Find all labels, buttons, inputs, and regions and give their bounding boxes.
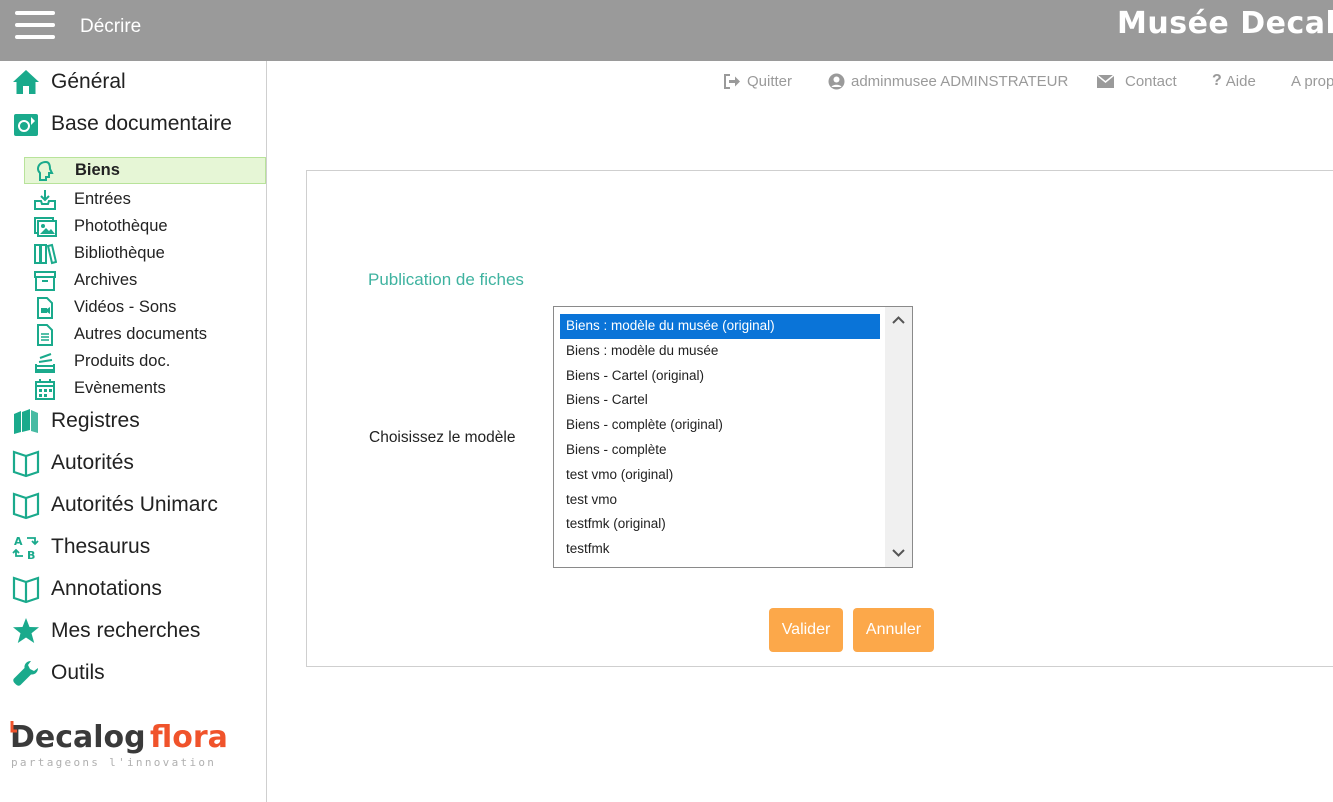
sidebar-subitem-label: Produits doc. (74, 352, 171, 370)
help-link[interactable]: ? Aide (1212, 70, 1256, 92)
video-file-icon (32, 295, 58, 321)
model-option[interactable]: Biens - complète (original) (560, 413, 880, 438)
documents-base-icon (10, 108, 42, 140)
star-icon (10, 615, 42, 647)
model-option[interactable]: Biens - Cartel (560, 388, 880, 413)
hamburger-menu-icon[interactable] (15, 11, 55, 39)
cancel-button[interactable]: Annuler (853, 608, 934, 652)
chevron-up-icon[interactable] (891, 313, 906, 328)
wrench-icon (10, 657, 42, 689)
sidebar-subitem-phototheque[interactable]: Photothèque (24, 213, 266, 240)
head-profile-icon (33, 158, 59, 184)
svg-text:flora: flora (150, 720, 228, 755)
sidebar-item-label: Autorités Unimarc (51, 493, 218, 516)
sidebar-item-mes-recherches[interactable]: Mes recherches (10, 614, 200, 648)
tray-download-icon (32, 187, 58, 213)
sidebar-item-thesaurus[interactable]: AB Thesaurus (10, 530, 150, 564)
registers-icon (10, 405, 42, 437)
sidebar: Général Base documentaire Biens Entrées … (0, 61, 267, 802)
user-label: adminmusee ADMINSTRATEUR (851, 72, 1069, 90)
sidebar-item-label: Général (51, 70, 126, 93)
sidebar-item-outils[interactable]: Outils (10, 656, 105, 690)
about-link[interactable]: A propos (1291, 70, 1333, 92)
sidebar-item-label: Thesaurus (51, 535, 151, 558)
sidebar-item-autorites[interactable]: Autorités (10, 446, 134, 480)
sign-out-icon (724, 73, 741, 89)
quit-label: Quitter (747, 72, 793, 90)
sidebar-subitem-entrees[interactable]: Entrées (24, 186, 266, 213)
model-listbox[interactable]: Biens : modèle du musée (original) Biens … (553, 306, 913, 568)
question-icon: ? (1212, 72, 1222, 89)
listbox-scrollbar[interactable] (885, 307, 912, 567)
user-circle-icon (828, 73, 845, 90)
model-option[interactable]: Biens - complète (560, 438, 880, 463)
model-option[interactable]: testfmk (560, 537, 880, 562)
sidebar-subitem-label: Bibliothèque (74, 244, 165, 262)
help-label: Aide (1225, 72, 1256, 90)
model-option[interactable]: Biens : modèle du musée (original) (560, 314, 880, 339)
sidebar-item-general[interactable]: Général (10, 65, 126, 99)
svg-text:partageons l'innovation: partageons l'innovation (11, 756, 216, 769)
sidebar-subitem-videos-sons[interactable]: Vidéos - Sons (24, 294, 266, 321)
sidebar-item-label: Registres (51, 409, 140, 432)
quit-link[interactable]: Quitter (724, 70, 792, 92)
book-icon (10, 447, 42, 479)
sidebar-subitem-label: Archives (74, 271, 138, 289)
sidebar-subitem-label: Entrées (74, 190, 131, 208)
validate-button[interactable]: Valider (769, 608, 843, 652)
document-icon (32, 322, 58, 348)
home-icon (10, 66, 42, 98)
sidebar-subitem-label: Biens (75, 161, 120, 179)
sidebar-item-label: Outils (51, 661, 105, 684)
book-icon (10, 489, 42, 521)
sidebar-item-registres[interactable]: Registres (10, 404, 140, 438)
chevron-down-icon[interactable] (891, 545, 906, 560)
sidebar-item-base-documentaire[interactable]: Base documentaire (10, 107, 232, 141)
book-icon (10, 573, 42, 605)
envelope-icon (1097, 74, 1114, 88)
sidebar-item-annotations[interactable]: Annotations (10, 572, 162, 606)
sidebar-subitem-label: Evènements (74, 379, 166, 397)
model-options: Biens : modèle du musée (original) Biens … (560, 314, 880, 562)
model-option[interactable]: test vmo (original) (560, 463, 880, 488)
sidebar-subitem-evenements[interactable]: Evènements (24, 375, 266, 402)
sidebar-item-autorites-unimarc[interactable]: Autorités Unimarc (10, 488, 218, 522)
svg-text:B: B (27, 549, 35, 562)
svg-text:A: A (14, 535, 23, 548)
decalog-flora-logo: Decalog flora partageons l'innovation (10, 716, 250, 776)
books-icon (32, 241, 58, 267)
model-option[interactable]: Biens : modèle du musée (560, 339, 880, 364)
page-title: Décrire (80, 16, 142, 37)
sidebar-subitem-bibliotheque[interactable]: Bibliothèque (24, 240, 266, 267)
app-name: Musée Decalog (1117, 6, 1333, 41)
model-option[interactable]: Biens - Cartel (original) (560, 364, 880, 389)
archive-box-icon (32, 268, 58, 294)
photos-icon (32, 214, 58, 240)
contact-link[interactable]: Contact (1097, 70, 1177, 92)
model-option[interactable]: testfmk (original) (560, 512, 880, 537)
top-bar: Décrire Musée Decalog (0, 0, 1333, 61)
sidebar-item-label: Mes recherches (51, 619, 201, 642)
stack-icon (32, 349, 58, 375)
sidebar-subitem-autres-documents[interactable]: Autres documents (24, 321, 266, 348)
svg-text:Decalog: Decalog (10, 720, 146, 755)
sidebar-subitem-biens[interactable]: Biens (24, 157, 266, 184)
model-field-label: Choisissez le modèle (369, 429, 516, 446)
sidebar-subitem-label: Autres documents (74, 325, 207, 343)
user-link[interactable]: adminmusee ADMINSTRATEUR (828, 70, 1068, 92)
thesaurus-icon: AB (10, 531, 42, 563)
about-label: A propos (1291, 72, 1333, 90)
sidebar-subitem-produits-doc[interactable]: Produits doc. (24, 348, 266, 375)
sidebar-item-label: Autorités (51, 451, 134, 474)
sidebar-subitem-label: Vidéos - Sons (74, 298, 177, 316)
section-title: Publication de fiches (368, 270, 524, 289)
sidebar-item-label: Base documentaire (51, 112, 232, 135)
sidebar-subitem-label: Photothèque (74, 217, 168, 235)
calendar-icon (32, 376, 58, 402)
sidebar-subitem-archives[interactable]: Archives (24, 267, 266, 294)
contact-label: Contact (1125, 72, 1177, 90)
sidebar-item-label: Annotations (51, 577, 162, 600)
model-option[interactable]: test vmo (560, 488, 880, 513)
